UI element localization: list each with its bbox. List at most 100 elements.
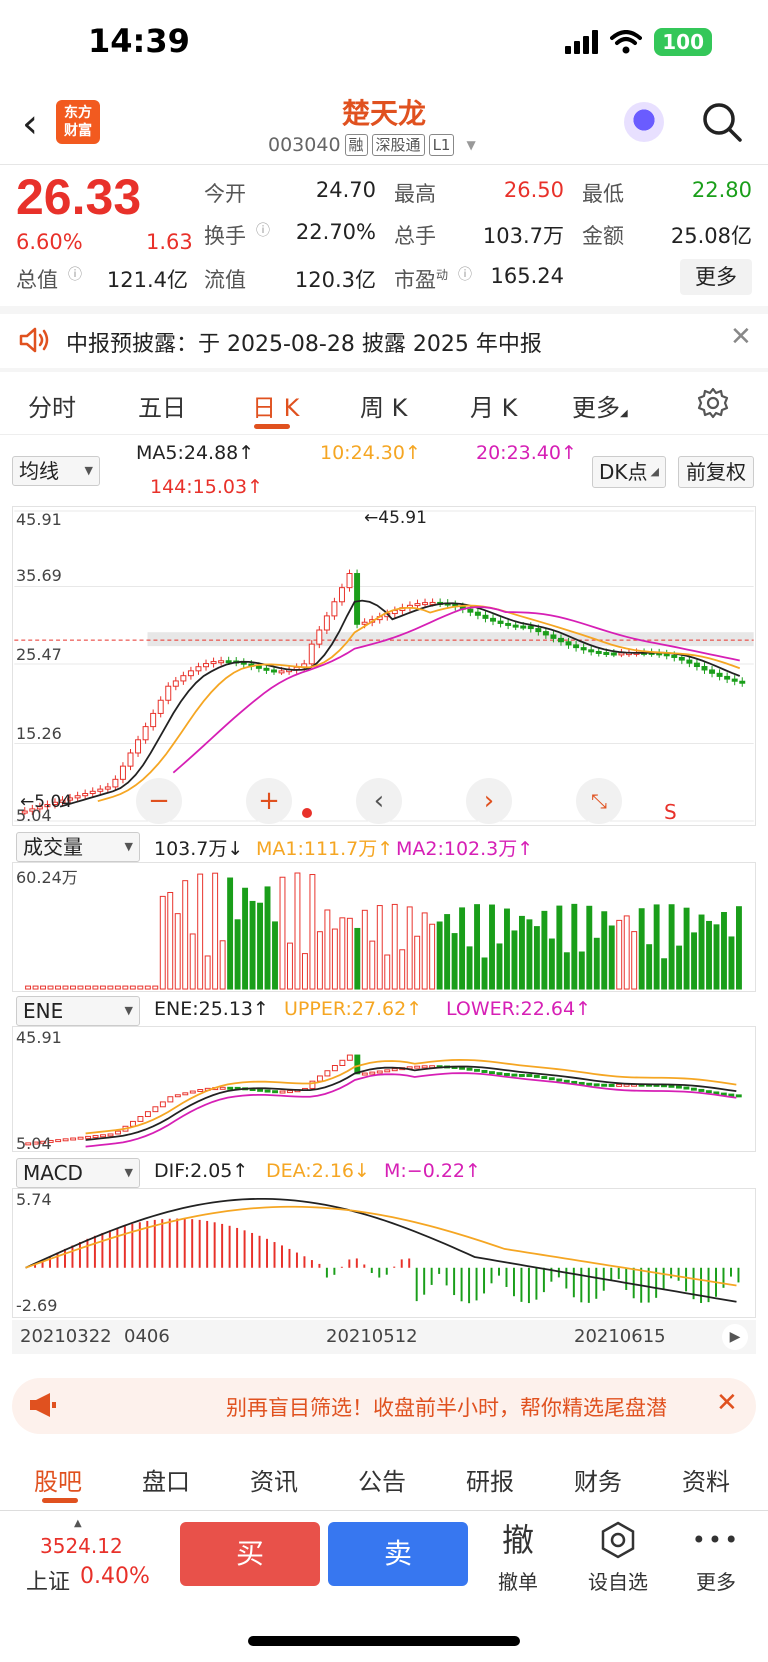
tab-profile[interactable]: 资料 <box>682 1462 730 1497</box>
index-value[interactable]: 3524.12 <box>40 1534 123 1558</box>
volume-chart[interactable] <box>12 862 756 992</box>
ene-candle <box>77 1136 84 1140</box>
macd-indicator-select[interactable]: MACD ▼ <box>16 1158 140 1188</box>
tab-intraday[interactable]: 分时 <box>28 388 76 423</box>
change-amount: 1.63 <box>146 230 193 254</box>
zoom-in-button[interactable]: + <box>246 778 292 824</box>
ene-candle <box>85 1135 92 1139</box>
volume-bar <box>616 919 623 990</box>
volume-bar <box>47 985 54 990</box>
candle <box>542 631 549 636</box>
volume-bar <box>339 917 346 990</box>
tab-daily-k[interactable]: 日 K <box>252 388 299 423</box>
candle <box>142 726 149 741</box>
watchlist-hexagon-icon <box>578 1520 658 1560</box>
ene-candle <box>272 1090 279 1094</box>
search-icon[interactable] <box>700 100 744 144</box>
candle <box>97 788 104 792</box>
adjust-select[interactable]: 前复权 <box>678 456 754 488</box>
volume-bar <box>676 945 683 990</box>
tab-five-day[interactable]: 五日 <box>138 388 186 423</box>
zoom-out-button[interactable]: − <box>136 778 182 824</box>
close-icon[interactable]: ✕ <box>730 322 752 352</box>
volume-bar <box>287 942 293 990</box>
y-tick-label: 35.69 <box>16 566 62 585</box>
tab-news[interactable]: 资讯 <box>250 1462 298 1497</box>
candle <box>308 643 315 665</box>
candle <box>573 644 580 649</box>
ma-indicator-select[interactable]: 均线 ▼ <box>12 456 100 486</box>
dk-point-select[interactable]: DK点 ◢ <box>592 456 666 488</box>
more-quote-button[interactable]: 更多 <box>680 259 752 295</box>
candle <box>354 573 361 625</box>
ene-indicator-select[interactable]: ENE ▼ <box>16 996 140 1026</box>
volume-bar <box>249 900 256 990</box>
ene-chart[interactable] <box>12 1026 756 1152</box>
volume-bar <box>691 932 698 990</box>
volume-indicator-select[interactable]: 成交量 ▼ <box>16 832 140 862</box>
volume-bar <box>346 917 353 990</box>
macd-chart[interactable] <box>12 1188 756 1318</box>
ene-candle <box>279 1090 286 1094</box>
stock-code-row[interactable]: 003040 融 深股通 L1 ▼ <box>268 134 476 156</box>
volume-bar <box>466 946 473 990</box>
tab-forum[interactable]: 股吧 <box>34 1462 82 1497</box>
tab-research[interactable]: 研报 <box>466 1462 514 1497</box>
ene-candle <box>115 1130 121 1135</box>
sell-button[interactable]: 卖 <box>328 1522 468 1586</box>
volume-bar <box>182 880 189 990</box>
volume-bar <box>533 926 540 990</box>
tab-orderbook[interactable]: 盘口 <box>142 1462 190 1497</box>
candle <box>678 656 685 661</box>
candle <box>225 660 232 664</box>
tab-weekly-k[interactable]: 周 K <box>360 388 407 423</box>
candle <box>709 669 716 674</box>
add-watchlist-button[interactable]: 设自选 <box>578 1520 658 1595</box>
ene-candle <box>601 1083 608 1087</box>
play-icon[interactable]: ▶ <box>722 1324 748 1350</box>
index-name[interactable]: 上证 <box>26 1564 70 1596</box>
volume-bar <box>721 912 727 990</box>
ene-candle <box>55 1139 62 1143</box>
volume-bar <box>608 925 615 990</box>
date-label: 0406 <box>124 1326 170 1347</box>
candle <box>580 647 587 651</box>
volume-bar <box>272 921 278 990</box>
ene-candle <box>70 1137 77 1141</box>
ene-candle <box>257 1088 264 1092</box>
candle <box>119 765 126 780</box>
candle <box>595 650 602 654</box>
candle <box>467 608 474 613</box>
candle <box>278 670 285 674</box>
assistant-robot-icon[interactable] <box>624 102 664 142</box>
tab-more[interactable]: 更多◢ <box>572 388 628 423</box>
tab-announcements[interactable]: 公告 <box>358 1462 406 1497</box>
volume-bar <box>661 958 668 990</box>
ma20-legend: 20:23.40↑ <box>476 442 577 464</box>
ene-lower-legend: LOWER:22.64↑ <box>446 998 591 1020</box>
close-icon[interactable]: ✕ <box>716 1388 738 1418</box>
notice-text[interactable]: 中报预披露：于 2025-08-28 披露 2025 年中报 <box>66 326 542 358</box>
gear-icon[interactable] <box>696 386 730 420</box>
buy-button[interactable]: 买 <box>180 1522 320 1586</box>
ene-candle <box>361 1072 368 1076</box>
ene-candle <box>713 1091 720 1095</box>
cancel-order-button[interactable]: 撤 撤单 <box>478 1520 558 1595</box>
more-actions-button[interactable]: ••• 更多 <box>676 1520 756 1595</box>
tab-financials[interactable]: 财务 <box>574 1462 622 1497</box>
candle <box>165 685 172 701</box>
info-icon[interactable]: ⓘ <box>68 264 82 284</box>
label-high: 最高 <box>394 182 436 206</box>
ene-candle <box>668 1084 675 1088</box>
index-change[interactable]: 0.40% <box>80 1564 150 1589</box>
info-icon[interactable]: ⓘ <box>256 220 270 240</box>
ene-candle <box>167 1096 174 1103</box>
fullscreen-icon[interactable]: ⤡ <box>576 778 622 824</box>
chevron-left-icon[interactable]: ‹ <box>356 778 402 824</box>
candle <box>512 624 519 628</box>
promo-text[interactable]: 别再盲目筛选！收盘前半小时，帮你精选尾盘潜 <box>226 1392 706 1422</box>
tab-monthly-k[interactable]: 月 K <box>470 388 517 423</box>
info-icon[interactable]: ⓘ <box>458 264 472 284</box>
volume-bar <box>369 940 376 990</box>
chevron-right-icon[interactable]: › <box>466 778 512 824</box>
